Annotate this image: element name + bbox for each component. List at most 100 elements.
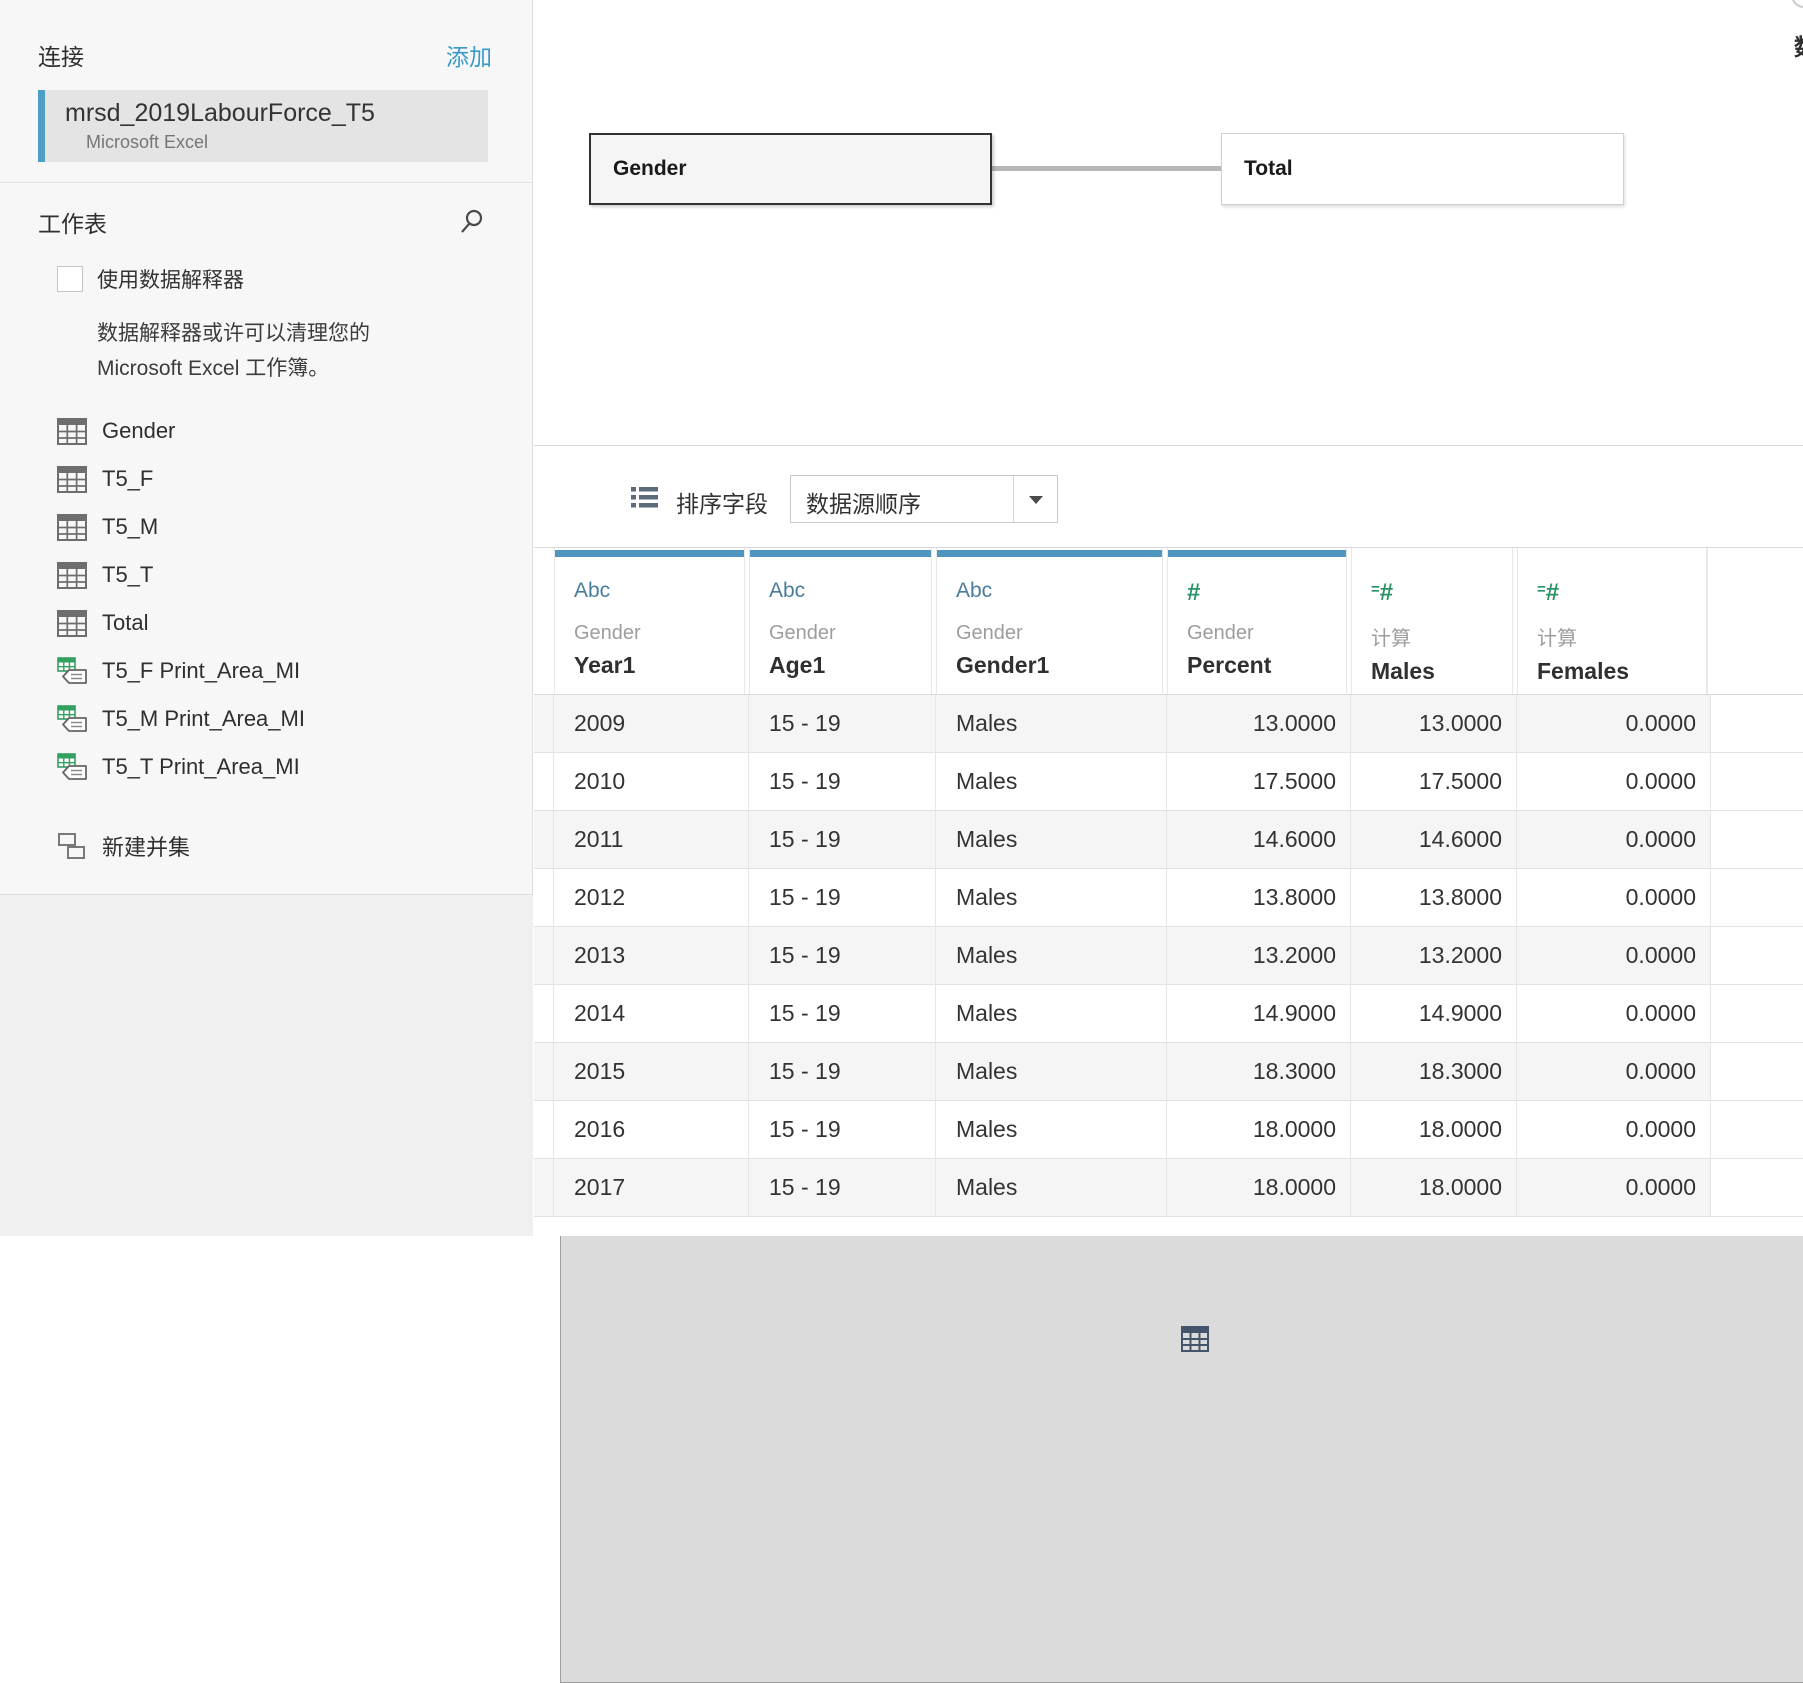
grid-cell: 18.0000 (1351, 1101, 1517, 1158)
row-gutter (534, 548, 554, 694)
connection-type: Microsoft Excel (86, 132, 208, 153)
grid-cell: Males (936, 1043, 1167, 1100)
table-accent-strip (750, 550, 931, 557)
connections-header: 连接 添加 (38, 38, 492, 72)
grid-cell: 13.2000 (1351, 927, 1517, 984)
grid-cell: 0.0000 (1517, 1101, 1711, 1158)
grid-cell: 0.0000 (1517, 695, 1711, 752)
grid-cell: 15 - 19 (749, 695, 936, 752)
grid-cell: 2014 (554, 985, 749, 1042)
canvas-node-total[interactable]: Total (1221, 133, 1624, 205)
sheet-item-total[interactable]: Total (0, 599, 533, 647)
sheet-item-t5-f[interactable]: T5_F (0, 455, 533, 503)
sheet-item-t5-f-print-area-mi[interactable]: T5_F Print_Area_MI (0, 647, 533, 695)
grid-cell: 2016 (554, 1101, 749, 1158)
grid-cell: 15 - 19 (749, 811, 936, 868)
column-field-name: Gender1 (956, 652, 1162, 679)
field-type-icon: # (1187, 579, 1346, 607)
column-header-age1[interactable]: AbcGenderAge1 (749, 548, 932, 694)
table-icon (57, 464, 89, 494)
grid-cell: 17.5000 (1351, 753, 1517, 810)
grid-cell: 2011 (554, 811, 749, 868)
sheet-item-t5-t-print-area-mi[interactable]: T5_T Print_Area_MI (0, 743, 533, 791)
grid-cell: 17.5000 (1167, 753, 1351, 810)
sidebar-bottom-panel (0, 894, 533, 1236)
row-gutter-cell (534, 695, 554, 752)
grid-row-filler (1711, 811, 1803, 868)
use-data-interpreter-label: 使用数据解释器 (97, 264, 244, 294)
list-view-button[interactable] (620, 473, 668, 521)
sort-fields-label: 排序字段 (676, 485, 768, 519)
connection-selected-bar (38, 90, 45, 162)
grid-cell: 0.0000 (1517, 927, 1711, 984)
grid-row-filler (1711, 869, 1803, 926)
grid-cell: 18.0000 (1167, 1159, 1351, 1216)
sort-order-value: 数据源顺序 (806, 485, 921, 519)
grid-cell: Males (936, 695, 1167, 752)
row-gutter-cell (534, 869, 554, 926)
sheet-item-t5-m[interactable]: T5_M (0, 503, 533, 551)
search-icon[interactable] (458, 208, 484, 236)
grid-cell: Males (936, 927, 1167, 984)
grid-cell: 2013 (554, 927, 749, 984)
new-union-button[interactable]: 新建并集 (0, 822, 533, 870)
relationship-connector (992, 166, 1221, 171)
grid-cell: 15 - 19 (749, 753, 936, 810)
preview-toolbar: 排序字段 数据源顺序 (534, 447, 1803, 547)
data-row-2009: 200915 - 19Males13.000013.00000.0000 (534, 695, 1803, 753)
named-range-icon (57, 752, 89, 782)
sheet-item-t5-m-print-area-mi[interactable]: T5_M Print_Area_MI (0, 695, 533, 743)
column-header-gender1[interactable]: AbcGenderGender1 (936, 548, 1163, 694)
grid-cell: 18.3000 (1167, 1043, 1351, 1100)
column-header-females[interactable]: =#计算Females (1517, 548, 1707, 694)
use-data-interpreter-checkbox[interactable] (57, 266, 83, 292)
data-preview-grid: AbcGenderYear1AbcGenderAge1AbcGenderGend… (534, 547, 1803, 1236)
add-connection-link[interactable]: 添加 (446, 38, 492, 72)
grid-cell: 2010 (554, 753, 749, 810)
grid-row-filler (1711, 1101, 1803, 1158)
canvas-node-label: Gender (613, 157, 687, 181)
canvas-node-gender[interactable]: Gender (589, 133, 992, 205)
new-union-label: 新建并集 (102, 830, 190, 862)
grid-cell: 14.9000 (1167, 985, 1351, 1042)
grid-cell: 13.0000 (1351, 695, 1517, 752)
column-header-males[interactable]: =#计算Males (1351, 548, 1513, 694)
connection-item[interactable]: mrsd_2019LabourForce_T5 Microsoft Excel (38, 90, 488, 162)
sheet-item-gender[interactable]: Gender (0, 407, 533, 455)
collapsed-panel-circle-icon (1791, 0, 1803, 8)
data-interpreter-hint: 数据解释器或许可以清理您的Microsoft Excel 工作簿。 (97, 316, 370, 386)
sheet-item-t5-t[interactable]: T5_T (0, 551, 533, 599)
sheets-title: 工作表 (38, 205, 107, 239)
data-row-2014: 201415 - 19Males14.900014.90000.0000 (534, 985, 1803, 1043)
grid-row-filler (1711, 753, 1803, 810)
grid-cell: Males (936, 1101, 1167, 1158)
table-icon (57, 608, 89, 638)
grid-cell: 0.0000 (1517, 811, 1711, 868)
grid-cell: Males (936, 869, 1167, 926)
data-row-2015: 201515 - 19Males18.300018.30000.0000 (534, 1043, 1803, 1101)
grid-header-filler (1707, 548, 1803, 694)
grid-cell: 14.6000 (1351, 811, 1517, 868)
grid-cell: 14.9000 (1351, 985, 1517, 1042)
row-gutter-cell (534, 1043, 554, 1100)
data-interpreter-row: 使用数据解释器 (57, 264, 244, 294)
column-header-year1[interactable]: AbcGenderYear1 (554, 548, 745, 694)
column-header-percent[interactable]: #GenderPercent (1167, 548, 1347, 694)
grid-cell: 15 - 19 (749, 869, 936, 926)
data-row-2012: 201215 - 19Males13.800013.80000.0000 (534, 869, 1803, 927)
grid-cell: 0.0000 (1517, 1159, 1711, 1216)
row-gutter-cell (534, 927, 554, 984)
grid-cell: 13.8000 (1167, 869, 1351, 926)
grid-cell: Males (936, 753, 1167, 810)
sheets-header: 工作表 (38, 205, 484, 239)
grid-cell: 2015 (554, 1043, 749, 1100)
sort-order-dropdown[interactable]: 数据源顺序 (790, 475, 1058, 523)
row-gutter-cell (534, 985, 554, 1042)
collapsed-panel-edge[interactable]: 数 (1789, 0, 1803, 70)
grid-header-row: AbcGenderYear1AbcGenderAge1AbcGenderGend… (534, 548, 1803, 695)
grid-cell: 15 - 19 (749, 985, 936, 1042)
sheet-item-label: T5_T Print_Area_MI (102, 754, 300, 780)
grid-row-filler (1711, 927, 1803, 984)
grid-cell: 14.6000 (1167, 811, 1351, 868)
grid-row-filler (1711, 1159, 1803, 1216)
